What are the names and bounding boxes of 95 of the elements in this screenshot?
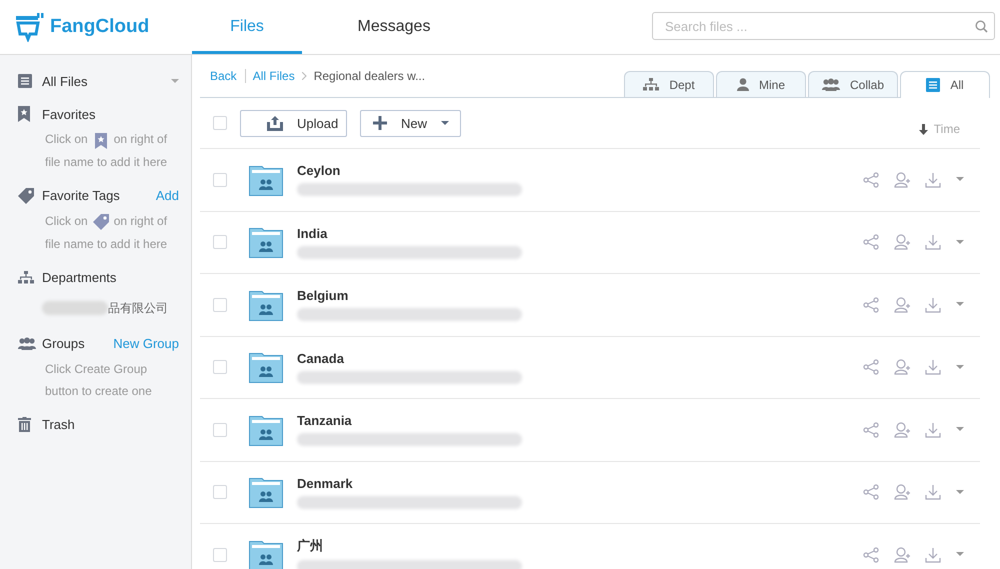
share-icon[interactable] <box>863 359 879 376</box>
view-tab[interactable]: Mine <box>716 71 806 97</box>
upload-icon <box>267 116 283 130</box>
people-icon <box>18 337 36 350</box>
share-icon[interactable] <box>863 296 879 313</box>
download-icon[interactable] <box>925 359 941 376</box>
bookmark-icon <box>94 132 107 149</box>
person-add-icon[interactable] <box>894 546 910 563</box>
folder-name[interactable]: Canada <box>297 350 344 366</box>
caret-icon <box>441 120 450 126</box>
logo-text: FangCloud <box>50 16 150 38</box>
list-icon <box>926 78 940 92</box>
shared-folder-icon <box>249 164 283 196</box>
people-icon <box>822 78 840 91</box>
checkbox[interactable] <box>213 485 227 500</box>
redaction-blur <box>42 301 108 316</box>
chevron-icon <box>302 72 307 80</box>
caret-icon[interactable] <box>956 364 964 370</box>
share-icon[interactable] <box>863 484 879 500</box>
search-field[interactable]: Search files ... <box>652 12 995 40</box>
hint-text: on right of <box>114 214 168 228</box>
hint-text: Click on <box>45 132 88 146</box>
hint-text: Click on <box>45 214 88 228</box>
caret-icon[interactable] <box>171 78 179 84</box>
download-icon[interactable] <box>925 484 941 500</box>
view-tab[interactable]: Dept <box>624 71 714 97</box>
person-add-icon[interactable] <box>894 172 910 188</box>
shared-folder-icon <box>249 414 283 446</box>
checkbox[interactable] <box>213 235 227 250</box>
person-icon <box>736 78 749 91</box>
caret-icon[interactable] <box>956 240 964 245</box>
shared-folder-icon <box>249 538 283 569</box>
person-add-icon[interactable] <box>894 359 910 376</box>
hierarchy-icon <box>18 271 34 284</box>
person-add-icon[interactable] <box>894 296 910 313</box>
plus-icon <box>373 116 387 130</box>
folder-name[interactable]: India <box>297 226 328 241</box>
hint-text: file name to add it here <box>44 154 168 171</box>
checkbox[interactable] <box>213 548 227 562</box>
shared-folder-icon <box>249 351 283 384</box>
hint-text: on right of <box>114 132 168 146</box>
nav-tab[interactable]: Messages <box>302 0 486 54</box>
checkbox[interactable] <box>213 360 227 374</box>
sidebar-item[interactable]: All Files <box>42 74 88 88</box>
checkbox[interactable] <box>213 422 227 437</box>
download-icon[interactable] <box>925 422 941 438</box>
hint-text: file name to add it here <box>44 236 168 253</box>
sidebar-item[interactable]: Trash <box>42 417 75 432</box>
download-icon[interactable] <box>925 172 941 188</box>
select-all-checkbox[interactable] <box>213 116 227 130</box>
download-icon[interactable] <box>925 296 941 313</box>
view-tab[interactable]: Collab <box>808 71 898 97</box>
upload-button[interactable]: Upload <box>240 110 347 136</box>
view-tab[interactable]: All <box>900 71 990 98</box>
arrow-down-icon <box>918 124 928 134</box>
breadcrumb-current: Regional dealers w... <box>314 69 426 83</box>
shared-folder-icon <box>249 476 283 508</box>
bookmark-icon <box>18 106 30 122</box>
sidebar-item[interactable]: Favorite Tags <box>42 188 120 204</box>
share-icon[interactable] <box>863 546 879 563</box>
checkbox[interactable] <box>213 172 227 187</box>
person-add-icon[interactable] <box>894 484 910 500</box>
hierarchy-icon <box>643 78 660 91</box>
sidebar-item[interactable]: Groups <box>42 336 85 352</box>
share-icon[interactable] <box>863 172 879 188</box>
folder-name[interactable]: 广州 <box>297 536 323 555</box>
download-icon[interactable] <box>925 234 941 250</box>
list-icon <box>18 74 32 88</box>
trash-icon <box>18 417 31 432</box>
hint-text: Click Create Group button to create one <box>44 360 153 400</box>
folder-name[interactable]: Belgium <box>297 288 348 304</box>
sidebar-item[interactable]: Departments <box>42 270 116 286</box>
person-add-icon[interactable] <box>894 422 910 438</box>
tag-icon <box>18 188 34 204</box>
department-item[interactable]: 品有限公司 <box>108 300 168 317</box>
share-icon[interactable] <box>863 234 879 250</box>
checkbox[interactable] <box>213 298 227 312</box>
caret-icon[interactable] <box>956 427 964 432</box>
new-button[interactable]: New <box>360 110 461 136</box>
caret-icon[interactable] <box>956 177 964 182</box>
sidebar-item[interactable]: Favorites <box>42 106 96 122</box>
shared-folder-icon <box>249 288 283 321</box>
caret-icon[interactable] <box>956 302 964 308</box>
share-icon[interactable] <box>863 422 879 438</box>
search-icon <box>975 20 988 33</box>
tag-icon <box>92 214 109 230</box>
caret-icon[interactable] <box>956 552 964 558</box>
download-icon[interactable] <box>925 546 941 563</box>
shared-folder-icon <box>249 226 283 258</box>
folder-name[interactable]: Tanzania <box>297 413 352 428</box>
folder-name[interactable]: Ceylon <box>297 163 340 178</box>
caret-icon[interactable] <box>956 490 964 495</box>
folder-name[interactable]: Denmark <box>297 476 353 491</box>
person-add-icon[interactable] <box>894 234 910 250</box>
logo-icon <box>14 12 44 42</box>
